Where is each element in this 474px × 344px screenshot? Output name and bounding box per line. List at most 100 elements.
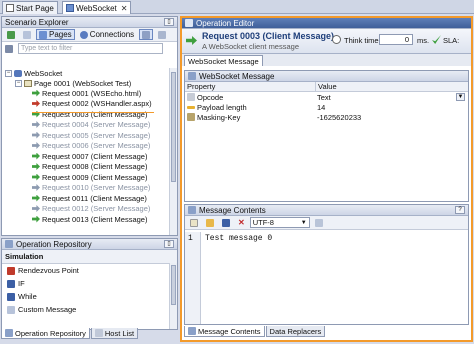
delete-icon[interactable]: ✕ bbox=[235, 217, 248, 228]
contents-icon bbox=[188, 327, 196, 335]
help-icon[interactable]: ? bbox=[455, 206, 465, 214]
property-grid: Property Value Opcode Text ▼ Payload leng… bbox=[185, 82, 468, 122]
encoding-select[interactable]: UTF-8 ▼ bbox=[249, 217, 310, 228]
tree-request-item[interactable]: Request 0010 (Server Message) bbox=[32, 183, 150, 193]
open-folder-icon[interactable] bbox=[203, 217, 217, 228]
host-list-icon bbox=[94, 329, 103, 337]
websocket-icon bbox=[66, 4, 74, 12]
tree-request-item[interactable]: Request 0003 (Client Message) bbox=[32, 109, 147, 119]
document-tab-strip: Start Page WebSocket ✕ bbox=[0, 0, 474, 14]
collapse-icon[interactable] bbox=[139, 29, 154, 40]
message-icon bbox=[188, 72, 196, 80]
scroll-thumb[interactable] bbox=[171, 265, 176, 305]
panel-title: Scenario Explorer bbox=[5, 17, 69, 27]
view-icon[interactable] bbox=[20, 29, 34, 40]
connections-button[interactable]: Connections bbox=[77, 29, 137, 40]
format-icon[interactable] bbox=[312, 217, 326, 228]
client-message-icon bbox=[32, 163, 40, 170]
tree-request-item[interactable]: Request 0006 (Server Message) bbox=[32, 141, 150, 151]
tab-message-contents[interactable]: Message Contents bbox=[184, 326, 265, 337]
selection-underline bbox=[32, 112, 154, 113]
repository-item[interactable]: While bbox=[2, 290, 177, 303]
save-icon[interactable] bbox=[219, 217, 233, 228]
collapse-toggle[interactable]: − bbox=[15, 79, 22, 87]
client-message-icon bbox=[32, 89, 40, 97]
server-message-icon bbox=[32, 205, 40, 212]
filter-icon[interactable] bbox=[2, 43, 16, 54]
tree-request-item[interactable]: Request 0002 (WSHandler.aspx) bbox=[32, 99, 152, 109]
message-contents-title-bar: Message Contents ? bbox=[185, 205, 468, 216]
check-icon[interactable] bbox=[4, 29, 18, 40]
tree-request-item[interactable]: Request 0009 (Client Message) bbox=[32, 172, 147, 182]
tab-websocket-message[interactable]: WebSocket Message bbox=[184, 55, 263, 66]
filter-input[interactable]: Type text to filter bbox=[18, 43, 163, 54]
tree-request-item[interactable]: Request 0007 (Client Message) bbox=[32, 151, 147, 161]
collapse-toggle[interactable]: − bbox=[5, 69, 12, 77]
message-text[interactable]: Test message 0 bbox=[201, 232, 276, 324]
clock-icon bbox=[332, 35, 341, 44]
tab-websocket[interactable]: WebSocket ✕ bbox=[62, 1, 132, 14]
opcode-icon bbox=[187, 93, 195, 101]
request-title: Request 0003 (Client Message) bbox=[202, 31, 335, 41]
server-message-icon bbox=[32, 131, 40, 139]
property-grid-header: Property Value bbox=[185, 82, 468, 92]
pin-icon[interactable]: ▯ bbox=[164, 240, 174, 248]
simulation-group-header: Simulation bbox=[2, 250, 177, 264]
filter-row: Type text to filter bbox=[2, 42, 177, 55]
message-editor[interactable]: 1 Test message 0 bbox=[185, 232, 468, 324]
repository-item[interactable]: Rendezvous Point bbox=[2, 264, 177, 277]
operation-repository-panel: Operation Repository ▯ Simulation Rendez… bbox=[1, 238, 178, 330]
expand-icon[interactable] bbox=[155, 29, 169, 40]
contents-icon bbox=[188, 206, 196, 214]
new-icon[interactable] bbox=[187, 217, 201, 228]
repository-item[interactable]: Custom Message bbox=[2, 303, 177, 316]
if-icon bbox=[7, 279, 15, 288]
think-time-input[interactable]: 0 bbox=[379, 34, 413, 45]
editor-icon bbox=[185, 19, 193, 27]
tab-start-page[interactable]: Start Page bbox=[2, 1, 58, 14]
property-row-payload-length[interactable]: Payload length 14 bbox=[185, 102, 468, 112]
pin-icon[interactable]: ▯ bbox=[164, 18, 174, 26]
property-row-masking-key[interactable]: Masking-Key -1625620233 bbox=[185, 112, 468, 122]
client-message-icon bbox=[32, 173, 40, 181]
error-request-icon bbox=[32, 100, 40, 107]
tree-root[interactable]: − WebSocket bbox=[5, 68, 62, 78]
tree-page[interactable]: − Page 0001 (WebSocket Test) bbox=[15, 78, 131, 88]
pages-button[interactable]: Pages bbox=[36, 29, 75, 40]
tree-request-item[interactable]: Request 0013 (Client Message) bbox=[32, 214, 147, 224]
pages-icon bbox=[39, 30, 47, 39]
tree-request-item[interactable]: Request 0004 (Server Message) bbox=[32, 120, 150, 130]
client-message-icon bbox=[32, 215, 40, 223]
scenario-explorer-title-bar: Scenario Explorer ▯ bbox=[2, 17, 177, 28]
chevron-down-icon: ▼ bbox=[300, 219, 307, 226]
tab-data-replacers[interactable]: Data Replacers bbox=[265, 326, 326, 337]
tree-request-item[interactable]: Request 0001 (WSEcho.html) bbox=[32, 88, 141, 98]
scenario-explorer-panel: Scenario Explorer ▯ Pages Connections Ty… bbox=[1, 16, 178, 236]
tree-request-item[interactable]: Request 0008 (Client Message) bbox=[32, 162, 147, 172]
page-icon bbox=[24, 79, 32, 87]
line-number: 1 bbox=[185, 232, 201, 324]
repository-scrollbar[interactable] bbox=[169, 263, 177, 329]
repository-item[interactable]: IF bbox=[2, 277, 177, 290]
server-message-icon bbox=[32, 184, 40, 191]
tree-request-item[interactable]: Request 0012 (Server Message) bbox=[32, 204, 150, 214]
repository-items: Rendezvous Point IF While Custom Message bbox=[2, 264, 177, 316]
operation-repository-title-bar: Operation Repository ▯ bbox=[2, 239, 177, 250]
tree-request-item[interactable]: Request 0005 (Server Message) bbox=[32, 130, 150, 140]
property-row-opcode[interactable]: Opcode Text ▼ bbox=[185, 92, 468, 102]
close-tab-icon[interactable]: ✕ bbox=[121, 4, 128, 13]
tree-scrollbar[interactable] bbox=[169, 68, 177, 235]
request-subtitle: A WebSocket client message bbox=[202, 42, 299, 51]
scroll-thumb[interactable] bbox=[171, 72, 176, 182]
tab-operation-repository[interactable]: Operation Repository bbox=[1, 328, 90, 339]
dropdown-arrow-icon[interactable]: ▼ bbox=[456, 93, 465, 101]
think-time-label: Think time: bbox=[344, 36, 381, 45]
server-message-icon bbox=[32, 142, 40, 149]
key-icon bbox=[187, 113, 195, 121]
page-icon bbox=[6, 4, 14, 12]
tree-request-item[interactable]: Request 0011 (Client Message) bbox=[32, 193, 147, 203]
websocket-message-panel: WebSocket Message Property Value Opcode … bbox=[184, 70, 469, 202]
operation-editor-panel: Operation Editor Request 0003 (Client Me… bbox=[180, 16, 473, 342]
tab-host-list[interactable]: Host List bbox=[90, 328, 139, 339]
request-header: Request 0003 (Client Message) A WebSocke… bbox=[182, 29, 471, 54]
